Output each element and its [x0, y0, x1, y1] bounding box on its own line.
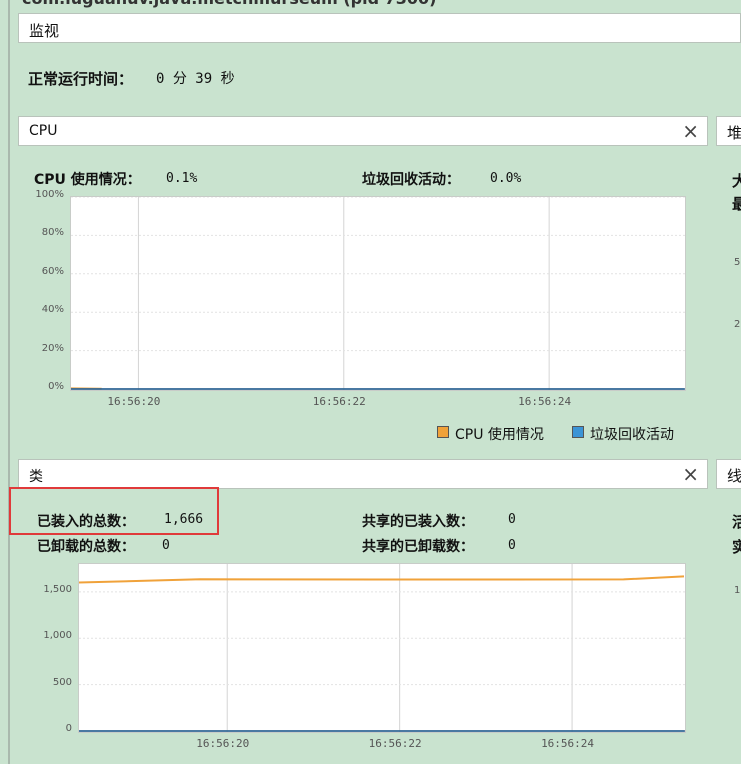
cpu-panel-header: CPU ×	[18, 116, 708, 146]
classes-panel-title: 类	[29, 469, 43, 485]
total-unloaded-label: 已卸载的总数：	[37, 539, 135, 555]
cpu-panel-title: CPU	[29, 123, 58, 139]
y-tick-label: 60%	[41, 265, 64, 277]
shared-unloaded-label: 共享的已卸载数：	[362, 539, 474, 555]
tab-monitor[interactable]: 监视	[29, 20, 59, 41]
window-left-border	[8, 0, 10, 764]
cpu-chart	[70, 196, 686, 391]
y-tick-label: 500	[52, 676, 72, 688]
total-unloaded-value: 0	[162, 538, 170, 553]
classes-chart-plot-area	[79, 564, 685, 732]
cpu-chart-plot-area	[71, 197, 685, 390]
shared-loaded-value: 0	[508, 512, 516, 527]
heap-partial-label-1: 大	[732, 172, 741, 190]
y-tick-label: 80%	[41, 227, 64, 239]
gc-activity-value: 0.0%	[490, 171, 522, 186]
threads-partial-label-2: 实	[732, 538, 741, 556]
threads-panel-title: 线	[727, 467, 741, 485]
classes-panel-close-icon[interactable]: ×	[682, 462, 699, 486]
y-tick-label: 0	[65, 723, 72, 734]
cpu-panel-close-icon[interactable]: ×	[682, 119, 699, 143]
x-tick-label: 16:56:24	[541, 737, 595, 750]
y-tick-label: 0%	[48, 381, 64, 392]
x-tick-label: 16:56:22	[368, 737, 422, 750]
threads-partial-tick-1: 1	[734, 585, 741, 596]
y-tick-label: 100%	[35, 189, 64, 200]
y-tick-label: 40%	[41, 304, 64, 316]
x-tick-label: 16:56:22	[312, 395, 366, 408]
classes-panel-header: 类 ×	[18, 459, 708, 489]
uptime-label: 正常运行时间：	[28, 70, 134, 88]
legend-gc-label: 垃圾回收活动	[590, 427, 674, 443]
cpu-usage-value: 0.1%	[166, 171, 198, 186]
y-tick-label: 1,000	[43, 630, 72, 642]
heap-panel-header: 堆	[716, 116, 741, 146]
classes-chart	[78, 563, 686, 733]
threads-panel-header: 线	[716, 459, 741, 489]
x-tick-label: 16:56:20	[196, 737, 250, 750]
y-tick-label: 1,500	[43, 583, 72, 595]
gc-activity-label: 垃圾回收活动：	[362, 172, 460, 188]
cpu-usage-label: CPU 使用情况：	[34, 172, 141, 188]
shared-unloaded-value: 0	[508, 538, 516, 553]
window-title-strip: com.luguanuv.java.metchmurseum (pid 7300…	[0, 0, 741, 10]
tab-bar: 监视	[18, 13, 741, 43]
series-line-0	[79, 575, 685, 584]
heap-partial-tick-1: 5	[734, 257, 741, 268]
threads-partial-label-1: 活	[732, 513, 741, 531]
highlight-box	[9, 487, 219, 535]
x-tick-label: 16:56:24	[518, 395, 572, 408]
window-title: com.luguanuv.java.metchmurseum (pid 7300…	[22, 0, 436, 8]
shared-loaded-label: 共享的已装入数：	[362, 514, 474, 530]
uptime-value: 0 分 39 秒	[156, 71, 235, 87]
legend-gc-swatch	[572, 426, 584, 438]
legend-cpu-label: CPU 使用情况	[455, 427, 544, 443]
legend-cpu-swatch	[437, 426, 449, 438]
heap-partial-label-2: 最	[732, 195, 741, 213]
y-tick-label: 20%	[41, 342, 64, 354]
heap-panel-title: 堆	[727, 124, 741, 142]
heap-partial-tick-2: 2	[734, 319, 741, 330]
x-tick-label: 16:56:20	[107, 395, 161, 408]
